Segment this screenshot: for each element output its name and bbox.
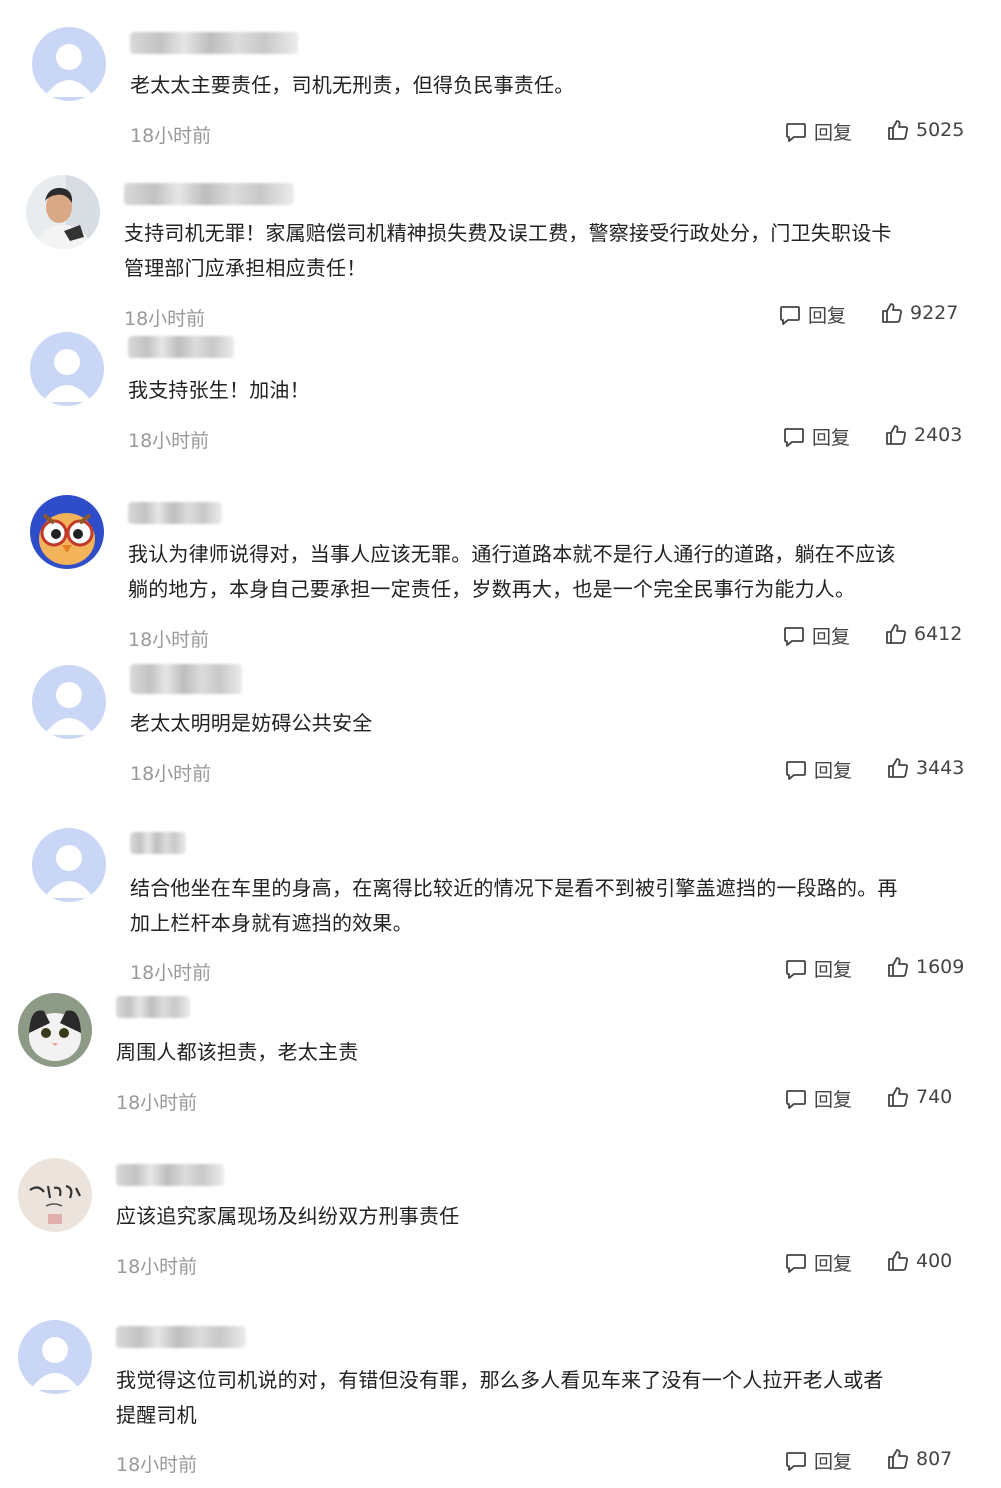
default-avatar-icon[interactable]: [30, 332, 104, 406]
username-blurred[interactable]: [130, 664, 242, 694]
comment-bubble-icon: [786, 1089, 806, 1109]
comment-bubble-icon: [786, 1451, 806, 1471]
reply-label: 回复: [812, 626, 851, 648]
reply-button[interactable]: 回复: [782, 622, 850, 649]
thumbs-up-icon: [886, 425, 906, 445]
username-blurred[interactable]: [130, 32, 298, 54]
like-count: 5025: [916, 119, 965, 141]
thumbs-up-icon: [888, 1251, 908, 1271]
thumbs-up-icon: [888, 758, 908, 778]
thumbs-up-icon: [888, 957, 908, 977]
reply-button[interactable]: 回复: [778, 301, 846, 328]
comment-item: 我觉得这位司机说的对，有错但没有罪，那么多人看见车来了没有一个人拉开老人或者 提…: [0, 1310, 1001, 1488]
comment-time: 18小时前: [130, 125, 212, 147]
username-blurred[interactable]: [130, 832, 186, 854]
reply-button[interactable]: 回复: [782, 423, 850, 450]
comment-time: 18小时前: [130, 763, 212, 785]
like-button[interactable]: 740: [886, 1085, 952, 1109]
comment-time: 18小时前: [116, 1454, 198, 1476]
like-button[interactable]: 9227: [880, 301, 958, 325]
comment-text: 我支持张生！加油！: [128, 378, 310, 402]
comment-time: 18小时前: [128, 629, 210, 651]
comment-item: 老太太主要责任，司机无刑责，但得负民事责任。 18小时前 回复 5025: [0, 0, 1001, 160]
thumbs-up-icon: [888, 1449, 908, 1469]
comment-text: 结合他坐在车里的身高，在离得比较近的情况下是看不到被引擎盖遮挡的一段路的。再 加…: [130, 876, 898, 935]
comment-time: 18小时前: [130, 962, 212, 984]
username-blurred[interactable]: [116, 996, 190, 1018]
like-button[interactable]: 807: [886, 1447, 952, 1471]
comment-bubble-icon: [786, 760, 806, 780]
reply-button[interactable]: 回复: [784, 756, 852, 783]
comment-time: 18小时前: [116, 1256, 198, 1278]
default-avatar-icon[interactable]: [18, 1320, 92, 1394]
handwriting-avatar[interactable]: [18, 1158, 92, 1232]
reply-label: 回复: [814, 760, 853, 782]
like-button[interactable]: 1609: [886, 955, 964, 979]
comment-item: 支持司机无罪！家属赔偿司机精神损失费及误工费，警察接受行政处分，门卫失职设卡 管…: [0, 160, 1001, 330]
thumbs-up-icon: [882, 303, 902, 323]
like-button[interactable]: 5025: [886, 118, 964, 142]
comment-bubble-icon: [786, 122, 806, 142]
comment-text: 支持司机无罪！家属赔偿司机精神损失费及误工费，警察接受行政处分，门卫失职设卡 管…: [124, 221, 892, 280]
reply-button[interactable]: 回复: [784, 1085, 852, 1112]
like-count: 2403: [914, 424, 963, 446]
like-count: 740: [916, 1086, 953, 1108]
comment-time: 18小时前: [124, 308, 206, 330]
comment-item: 我认为律师说得对，当事人应该无罪。通行道路本就不是行人通行的道路，躺在不应该 躺…: [0, 480, 1001, 660]
comment-item: 老太太明明是妨碍公共安全 18小时前 回复 3443: [0, 660, 1001, 820]
comment-text: 应该追究家属现场及纠纷双方刑事责任: [116, 1204, 460, 1228]
comment-text: 老太太主要责任，司机无刑责，但得负民事责任。: [130, 73, 575, 97]
username-blurred[interactable]: [128, 336, 234, 358]
like-count: 807: [916, 1448, 953, 1470]
reply-label: 回复: [814, 1451, 853, 1473]
man-photo-avatar[interactable]: [26, 175, 100, 249]
like-button[interactable]: 400: [886, 1249, 952, 1273]
comment-text: 周围人都该担责，老太主责: [116, 1040, 359, 1064]
comment-bubble-icon: [786, 959, 806, 979]
comment-bubble-icon: [780, 305, 800, 325]
default-avatar-icon[interactable]: [32, 27, 106, 101]
default-avatar-icon[interactable]: [32, 665, 106, 739]
like-button[interactable]: 6412: [884, 622, 962, 646]
reply-label: 回复: [808, 305, 847, 327]
comment-item: 结合他坐在车里的身高，在离得比较近的情况下是看不到被引擎盖遮挡的一段路的。再 加…: [0, 820, 1001, 990]
comment-item: 我支持张生！加油！ 18小时前 回复 2403: [0, 330, 1001, 480]
comment-text: 老太太明明是妨碍公共安全: [130, 711, 373, 735]
username-blurred[interactable]: [116, 1326, 246, 1348]
comment-item: 应该追究家属现场及纠纷双方刑事责任 18小时前 回复 400: [0, 1150, 1001, 1310]
like-count: 3443: [916, 757, 965, 779]
reply-label: 回复: [814, 1253, 853, 1275]
like-count: 9227: [910, 302, 959, 324]
cat-photo-avatar[interactable]: [18, 993, 92, 1067]
comment-text: 我觉得这位司机说的对，有错但没有罪，那么多人看见车来了没有一个人拉开老人或者 提…: [116, 1368, 884, 1427]
comment-bubble-icon: [786, 1253, 806, 1273]
thumbs-up-icon: [886, 624, 906, 644]
comment-bubble-icon: [784, 626, 804, 646]
like-button[interactable]: 3443: [886, 756, 964, 780]
like-count: 400: [916, 1250, 953, 1272]
comment-time: 18小时前: [128, 430, 210, 452]
reply-button[interactable]: 回复: [784, 1249, 852, 1276]
thumbs-up-icon: [888, 1087, 908, 1107]
reply-label: 回复: [814, 1089, 853, 1111]
like-button[interactable]: 2403: [884, 423, 962, 447]
reply-button[interactable]: 回复: [784, 1447, 852, 1474]
reply-label: 回复: [814, 959, 853, 981]
username-blurred[interactable]: [116, 1164, 224, 1186]
username-blurred[interactable]: [124, 183, 294, 205]
reply-label: 回复: [814, 122, 853, 144]
reply-label: 回复: [812, 427, 851, 449]
comment-time: 18小时前: [116, 1092, 198, 1114]
owl-cartoon-avatar[interactable]: [30, 495, 104, 569]
comment-text: 我认为律师说得对，当事人应该无罪。通行道路本就不是行人通行的道路，躺在不应该 躺…: [128, 542, 896, 601]
like-count: 1609: [916, 956, 965, 978]
default-avatar-icon[interactable]: [32, 828, 106, 902]
username-blurred[interactable]: [128, 502, 222, 524]
reply-button[interactable]: 回复: [784, 955, 852, 982]
reply-button[interactable]: 回复: [784, 118, 852, 145]
like-count: 6412: [914, 623, 963, 645]
comment-bubble-icon: [784, 427, 804, 447]
comment-item: 周围人都该担责，老太主责 18小时前 回复 740: [0, 990, 1001, 1140]
thumbs-up-icon: [888, 120, 908, 140]
